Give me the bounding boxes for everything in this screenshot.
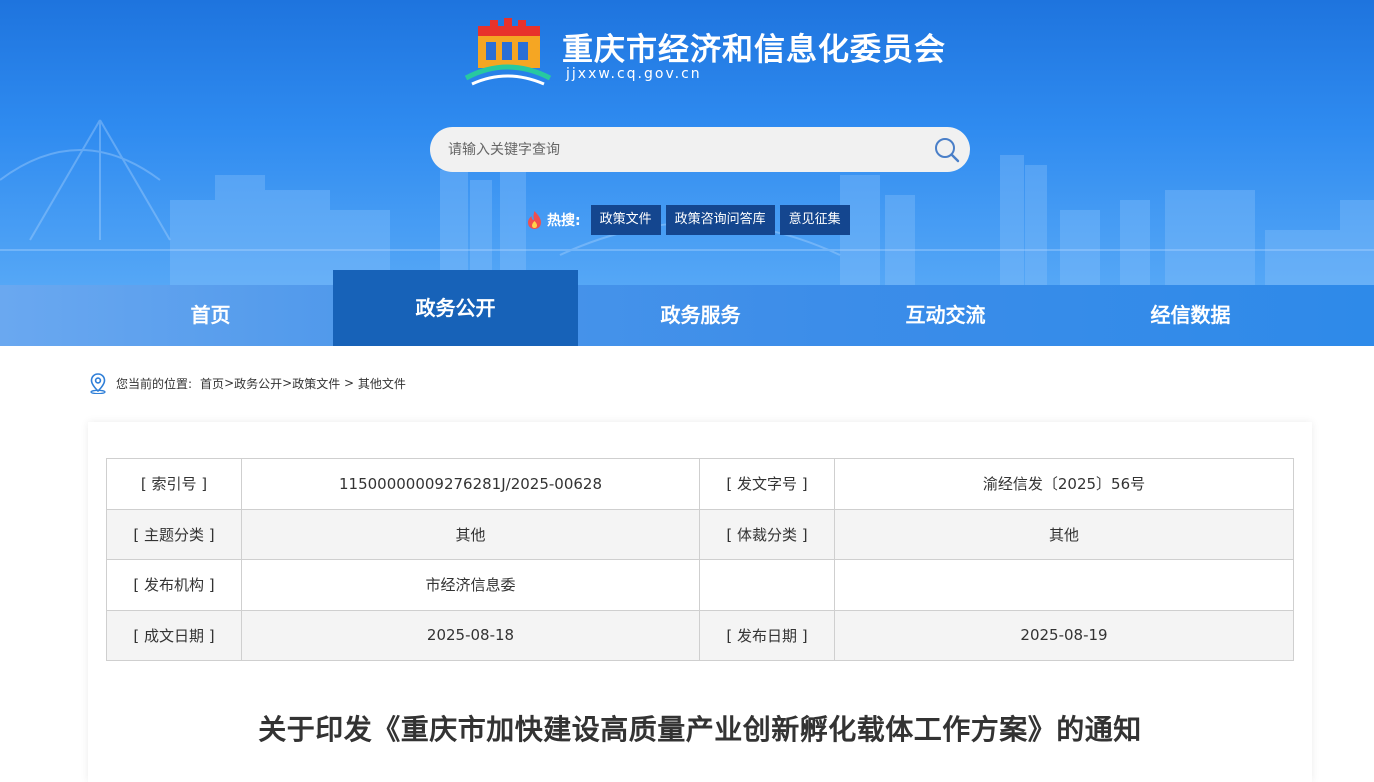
- meta-key-empty: [699, 559, 835, 611]
- breadcrumb: 您当前的位置: 首页 > 政务公开 > 政策文件 > 其他文件: [88, 372, 406, 394]
- site-header: 重庆市经济和信息化委员会 jjxxw.cq.gov.cn 热搜: 政策文件 政策…: [0, 0, 1374, 285]
- meta-key-genre: [ 体裁分类 ]: [699, 508, 835, 560]
- meta-key-document-number: [ 发文字号 ]: [699, 458, 835, 510]
- search-bar: [430, 127, 970, 172]
- meta-value-genre: 其他: [834, 508, 1294, 560]
- meta-value-issuing-agency: 市经济信息委: [241, 559, 700, 611]
- meta-value-index-number: 11500000009276281J/2025-00628: [241, 458, 700, 510]
- breadcrumb-separator: >: [224, 376, 235, 390]
- document-title: 关于印发《重庆市加快建设高质量产业创新孵化载体工作方案》的通知: [258, 713, 1142, 746]
- hot-tag-policy-files[interactable]: 政策文件: [590, 205, 661, 235]
- meta-key-topic: [ 主题分类 ]: [106, 508, 242, 560]
- main-nav: 首页 政务公开 政务服务 互动交流 经信数据: [0, 270, 1374, 346]
- location-pin-icon: [90, 373, 106, 394]
- breadcrumb-government-affairs[interactable]: 政务公开: [234, 375, 282, 392]
- nav-item-government-affairs[interactable]: 政务公开: [333, 270, 578, 346]
- nav-item-home[interactable]: 首页: [88, 285, 333, 346]
- hot-search: 热搜: 政策文件 政策咨询问答库 意见征集: [526, 205, 855, 235]
- table-row: [ 索引号 ] 11500000009276281J/2025-00628 [ …: [106, 458, 1294, 510]
- meta-key-issuing-agency: [ 发布机构 ]: [106, 559, 242, 611]
- flame-icon: [528, 211, 541, 229]
- meta-key-publish-date: [ 发布日期 ]: [699, 609, 835, 661]
- hot-tag-opinion-solicitation[interactable]: 意见征集: [779, 205, 850, 235]
- document-metadata-table: [ 索引号 ] 11500000009276281J/2025-00628 [ …: [106, 458, 1294, 661]
- breadcrumb-prefix: 您当前的位置:: [116, 376, 193, 391]
- table-row: [ 发布机构 ] 市经济信息委: [106, 559, 1294, 611]
- table-row: [ 主题分类 ] 其他 [ 体裁分类 ] 其他: [106, 508, 1294, 560]
- document-card: [ 索引号 ] 11500000009276281J/2025-00628 [ …: [88, 422, 1312, 782]
- nav-item-economic-data[interactable]: 经信数据: [1068, 285, 1313, 346]
- breadcrumb-separator: >: [340, 376, 358, 390]
- site-domain: jjxxw.cq.gov.cn: [566, 66, 702, 82]
- meta-key-index-number: [ 索引号 ]: [106, 458, 242, 510]
- breadcrumb-other-files[interactable]: 其他文件: [358, 375, 406, 392]
- meta-key-written-date: [ 成文日期 ]: [106, 609, 242, 661]
- site-logo[interactable]: 重庆市经济和信息化委员会 jjxxw.cq.gov.cn: [462, 16, 962, 88]
- meta-value-topic: 其他: [241, 508, 700, 560]
- nav-item-interaction[interactable]: 互动交流: [823, 285, 1068, 346]
- meta-value-document-number: 渝经信发〔2025〕56号: [834, 458, 1294, 510]
- hot-tag-policy-qa[interactable]: 政策咨询问答库: [665, 205, 775, 235]
- search-icon[interactable]: [933, 136, 961, 164]
- meta-value-empty: [834, 559, 1294, 611]
- nav-item-government-services[interactable]: 政务服务: [578, 285, 823, 346]
- breadcrumb-separator: >: [282, 376, 293, 390]
- emblem-logo-icon: [464, 18, 552, 86]
- breadcrumb-policy-files[interactable]: 政策文件: [292, 375, 340, 392]
- search-input[interactable]: [430, 127, 920, 172]
- breadcrumb-home[interactable]: 首页: [200, 375, 224, 392]
- site-title: 重庆市经济和信息化委员会: [562, 32, 946, 68]
- meta-value-written-date: 2025-08-18: [241, 609, 700, 661]
- meta-value-publish-date: 2025-08-19: [834, 609, 1294, 661]
- hot-search-label: 热搜:: [547, 213, 581, 229]
- table-row: [ 成文日期 ] 2025-08-18 [ 发布日期 ] 2025-08-19: [106, 609, 1294, 661]
